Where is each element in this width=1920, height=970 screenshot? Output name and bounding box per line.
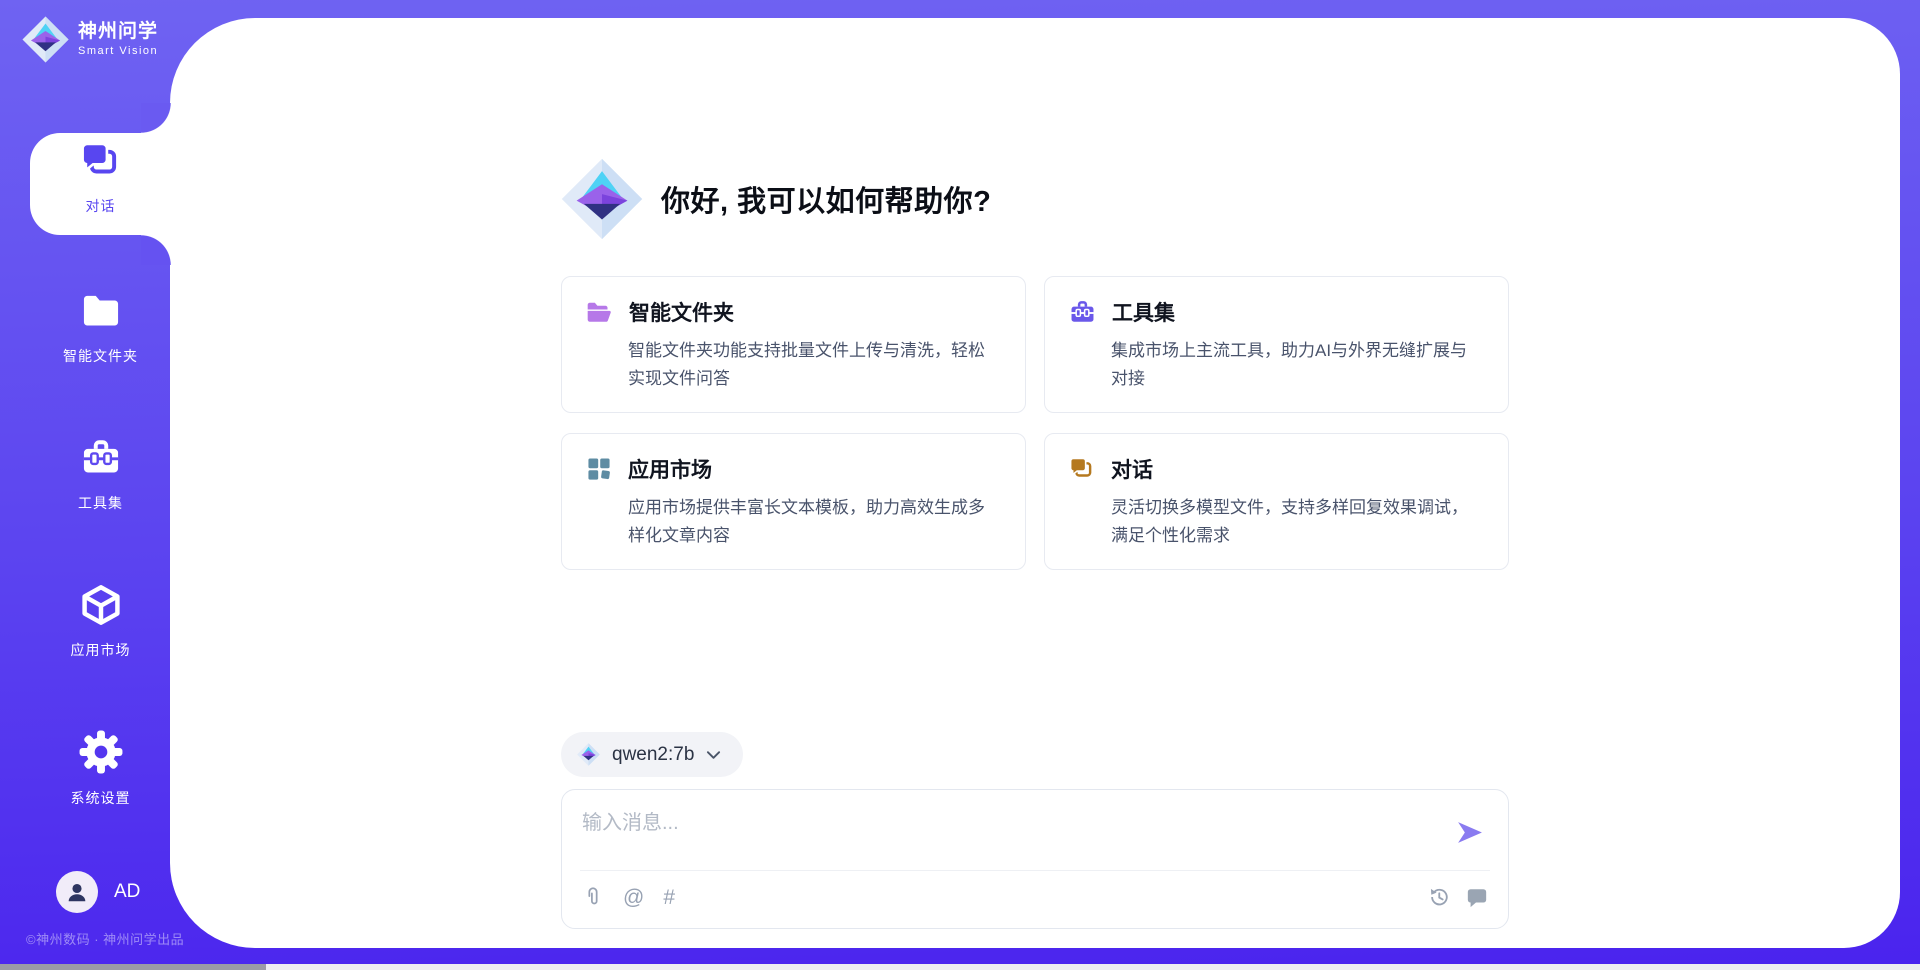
folder-icon bbox=[30, 290, 171, 332]
card-app-market[interactable]: 应用市场 应用市场提供丰富长文本模板，助力高效生成多样化文章内容 bbox=[561, 433, 1026, 570]
card-title: 应用市场 bbox=[628, 454, 712, 484]
card-description: 灵活切换多模型文件，支持多样回复效果调试，满足个性化需求 bbox=[1111, 494, 1483, 549]
scrollbar-thumb[interactable] bbox=[0, 964, 266, 970]
folder-open-icon bbox=[586, 299, 613, 326]
model-name: qwen2:7b bbox=[612, 744, 694, 766]
app-logo: 神州问学 Smart Vision bbox=[22, 16, 158, 63]
card-description: 应用市场提供丰富长文本模板，助力高效生成多样化文章内容 bbox=[628, 494, 1000, 549]
card-head: 对话 bbox=[1069, 454, 1484, 484]
diamond-logo-icon bbox=[22, 16, 69, 63]
app-subtitle: Smart Vision bbox=[78, 45, 158, 57]
sidebar-item-smart-folder[interactable]: 智能文件夹 bbox=[30, 290, 171, 366]
copyright-text: ©神州数码 · 神州问学出品 bbox=[26, 929, 184, 948]
composer-tools-left: @ # bbox=[582, 886, 675, 908]
chevron-down-icon bbox=[706, 750, 721, 760]
sidebar-item-label: 对话 bbox=[30, 196, 171, 216]
card-description: 智能文件夹功能支持批量文件上传与清洗，轻松实现文件问答 bbox=[628, 337, 1000, 392]
chat-icon bbox=[30, 140, 171, 182]
paperclip-icon[interactable] bbox=[582, 886, 604, 908]
sidebar-item-label: 智能文件夹 bbox=[30, 346, 171, 366]
card-description: 集成市场上主流工具，助力AI与外界无缝扩展与对接 bbox=[1111, 337, 1483, 392]
app-name: 神州问学 bbox=[78, 22, 158, 43]
feature-cards: 智能文件夹 智能文件夹功能支持批量文件上传与清洗，轻松实现文件问答 工具集 集成… bbox=[561, 276, 1509, 570]
message-input[interactable] bbox=[582, 806, 1442, 864]
composer-divider bbox=[580, 870, 1490, 871]
sidebar-item-label: 工具集 bbox=[30, 493, 171, 513]
active-tab-fillet-bottom bbox=[141, 235, 171, 265]
horizontal-scrollbar[interactable] bbox=[0, 964, 1920, 970]
card-chat[interactable]: 对话 灵活切换多模型文件，支持多样回复效果调试，满足个性化需求 bbox=[1044, 433, 1509, 570]
active-tab-fillet-top bbox=[141, 103, 171, 133]
main-panel: 你好, 我可以如何帮助你? 智能文件夹 智能文件夹功能支持批量文件上传与清洗，轻… bbox=[170, 18, 1900, 948]
card-head: 应用市场 bbox=[586, 454, 1001, 484]
toolbox-icon bbox=[1069, 299, 1096, 326]
person-icon bbox=[63, 878, 91, 906]
card-title: 对话 bbox=[1111, 454, 1153, 484]
card-toolset[interactable]: 工具集 集成市场上主流工具，助力AI与外界无缝扩展与对接 bbox=[1044, 276, 1509, 413]
diamond-logo-icon bbox=[561, 158, 643, 240]
cube-icon bbox=[30, 584, 171, 626]
gear-icon bbox=[30, 730, 171, 774]
main-content: 你好, 我可以如何帮助你? 智能文件夹 智能文件夹功能支持批量文件上传与清洗，轻… bbox=[561, 18, 1509, 929]
avatar bbox=[56, 871, 98, 913]
sidebar-item-chat[interactable]: 对话 bbox=[30, 140, 171, 216]
user-initials: AD bbox=[114, 881, 140, 903]
diamond-logo-icon bbox=[577, 743, 600, 766]
card-title: 工具集 bbox=[1112, 297, 1175, 327]
sidebar-item-label: 应用市场 bbox=[30, 640, 171, 660]
sidebar-item-label: 系统设置 bbox=[30, 788, 171, 808]
message-composer: @ # bbox=[561, 789, 1509, 929]
sidebar-item-settings[interactable]: 系统设置 bbox=[30, 730, 171, 808]
user-profile[interactable]: AD bbox=[56, 871, 140, 913]
card-head: 智能文件夹 bbox=[586, 297, 1001, 327]
composer-tools-right bbox=[1428, 886, 1488, 908]
card-smart-folder[interactable]: 智能文件夹 智能文件夹功能支持批量文件上传与清洗，轻松实现文件问答 bbox=[561, 276, 1026, 413]
history-icon[interactable] bbox=[1428, 886, 1450, 908]
send-icon[interactable] bbox=[1455, 818, 1484, 847]
card-title: 智能文件夹 bbox=[629, 297, 734, 327]
chat-icon bbox=[1069, 456, 1095, 482]
greeting: 你好, 我可以如何帮助你? bbox=[561, 158, 1509, 240]
sidebar-item-app-market[interactable]: 应用市场 bbox=[30, 584, 171, 660]
app-logo-text: 神州问学 Smart Vision bbox=[78, 22, 158, 57]
toolbox-icon bbox=[30, 437, 171, 479]
model-selector[interactable]: qwen2:7b bbox=[561, 732, 743, 777]
card-head: 工具集 bbox=[1069, 297, 1484, 327]
mention-icon[interactable]: @ bbox=[623, 887, 644, 908]
topic-icon[interactable]: # bbox=[663, 887, 675, 908]
sidebar-item-toolset[interactable]: 工具集 bbox=[30, 437, 171, 513]
grid-icon bbox=[586, 456, 612, 482]
feedback-icon[interactable] bbox=[1466, 886, 1488, 908]
greeting-title: 你好, 我可以如何帮助你? bbox=[661, 178, 991, 220]
